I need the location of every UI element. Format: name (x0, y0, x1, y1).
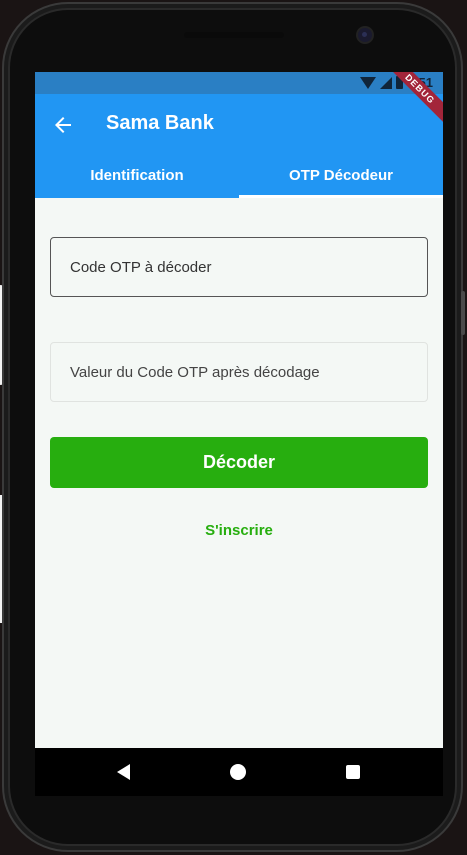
app-title: Sama Bank (106, 112, 214, 134)
signup-link[interactable]: S'inscrire (35, 522, 443, 539)
arrow-left-icon[interactable] (51, 113, 75, 137)
nav-recent-icon[interactable] (346, 765, 360, 779)
otp-code-placeholder: Code OTP à décoder (70, 258, 212, 276)
signal-icon (379, 76, 392, 89)
speaker-grille (184, 32, 284, 38)
nav-back-icon[interactable] (117, 764, 130, 780)
decode-button[interactable]: Décoder (50, 437, 428, 488)
app-bar: Sama Bank Identification OTP Décodeur (35, 94, 443, 198)
otp-code-input[interactable]: Code OTP à décoder (50, 237, 428, 297)
wifi-icon (359, 76, 376, 89)
decoded-value-placeholder: Valeur du Code OTP après décodage (70, 363, 320, 381)
android-nav-bar (35, 748, 443, 796)
tab-bar: Identification OTP Décodeur (35, 154, 443, 198)
tab-identification[interactable]: Identification (35, 154, 239, 198)
decoded-value-field[interactable]: Valeur du Code OTP après décodage (50, 342, 428, 402)
power-button[interactable] (461, 291, 465, 335)
front-camera (358, 28, 372, 42)
app-screen: 5:51 Sama Bank Identification OTP Décode… (35, 72, 443, 796)
status-bar: 5:51 (35, 72, 443, 94)
tab-otp-decoder[interactable]: OTP Décodeur (239, 154, 443, 198)
nav-home-icon[interactable] (230, 764, 246, 780)
